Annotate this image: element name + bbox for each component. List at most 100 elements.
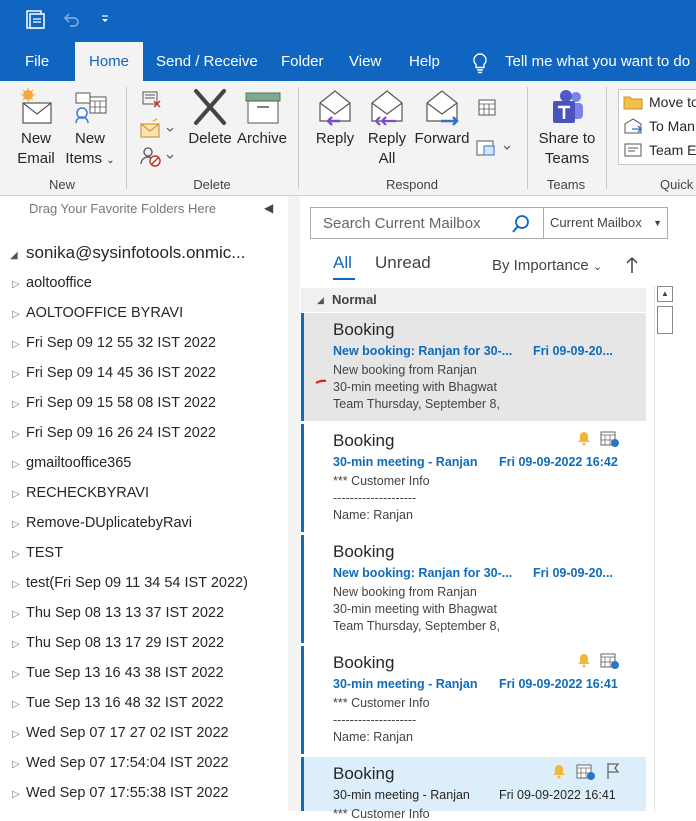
reply-button[interactable]: Reply	[310, 87, 360, 149]
sort-dropdown[interactable]: By Importance ⌄	[492, 257, 602, 274]
folder-item[interactable]: ▷ Fri Sep 09 14 45 36 IST 2022	[12, 358, 216, 388]
archive-button[interactable]: Archive	[236, 87, 288, 149]
new-email-button[interactable]: New Email	[10, 87, 62, 169]
ignore-icon[interactable]	[140, 89, 164, 111]
expand-caret-icon[interactable]: ▷	[12, 390, 26, 420]
tab-home[interactable]: Home	[75, 42, 144, 81]
new-items-button[interactable]: New Items ⌄	[64, 87, 116, 171]
expand-caret-icon[interactable]: ▷	[12, 510, 26, 540]
red-mark-icon	[315, 379, 327, 384]
undo-icon[interactable]	[60, 9, 82, 31]
folder-item[interactable]: ▷ TEST	[12, 538, 63, 568]
folder-item[interactable]: ▷ Remove-DUplicatebyRavi	[12, 508, 192, 538]
folder-item[interactable]: ▷ Fri Sep 09 15 58 08 IST 2022	[12, 388, 216, 418]
scrollbar-thumb[interactable]	[657, 306, 673, 334]
expand-caret-icon[interactable]: ▷	[12, 720, 26, 750]
filter-all[interactable]: All	[333, 253, 352, 273]
tab-send-receive[interactable]: Send / Receive	[156, 42, 258, 81]
message-subject: 30-min meeting - Ranjan	[333, 677, 478, 691]
tab-folder[interactable]: Folder	[281, 42, 324, 81]
message-preview-line: 30-min meeting with Bhagwat	[333, 380, 497, 394]
expand-caret-icon[interactable]: ▷	[12, 480, 26, 510]
junk-icon[interactable]	[138, 144, 176, 168]
message-preview-line: *** Customer Info	[333, 696, 430, 710]
quick-step-move-to[interactable]: Move to	[649, 94, 696, 110]
expand-caret-icon[interactable]: ▷	[12, 450, 26, 480]
group-header-label: Normal	[332, 292, 377, 307]
folder-item[interactable]: ▷ Thu Sep 08 13 17 29 IST 2022	[12, 628, 224, 658]
collapse-folder-pane-icon[interactable]: ◀	[264, 201, 273, 215]
send-receive-all-icon[interactable]	[24, 9, 46, 31]
reminder-bell-icon	[551, 763, 567, 784]
folder-item[interactable]: ▷ Tue Sep 13 16 48 32 IST 2022	[12, 688, 224, 718]
message-item[interactable]: Booking New booking: Ranjan for 30-... Fri…	[301, 535, 646, 643]
share-to-teams-button[interactable]: Share to Teams	[536, 87, 598, 169]
message-list-scrollbar[interactable]: ▲	[654, 286, 674, 811]
folder-item[interactable]: ▷ Fri Sep 09 12 55 32 IST 2022	[12, 328, 216, 358]
expand-caret-icon[interactable]: ▷	[12, 690, 26, 720]
expand-caret-icon[interactable]: ▷	[12, 570, 26, 600]
folder-item[interactable]: ▷ Wed Sep 07 17:55:38 IST 2022	[12, 778, 229, 808]
tell-me-search[interactable]: Tell me what you want to do	[505, 42, 690, 81]
new-email-label-1: New	[20, 130, 51, 147]
expand-caret-icon[interactable]: ▷	[12, 420, 26, 450]
group-separator	[126, 87, 127, 189]
tab-view[interactable]: View	[349, 42, 381, 81]
clean-up-icon[interactable]	[138, 118, 176, 140]
expand-caret-icon[interactable]: ▷	[12, 660, 26, 690]
expand-caret-icon[interactable]: ▷	[12, 600, 26, 630]
expand-caret-icon[interactable]: ▷	[12, 750, 26, 780]
account-node[interactable]: ◢ sonika@sysinfotools.onmic...	[10, 243, 245, 263]
sort-direction-up-arrow-icon[interactable]	[624, 255, 640, 275]
reply-all-button[interactable]: Reply All	[362, 87, 412, 169]
group-header-normal[interactable]: ◢ Normal	[301, 288, 646, 312]
expand-caret-icon[interactable]: ▷	[12, 630, 26, 660]
folder-item[interactable]: ▷ Wed Sep 07 17 27 02 IST 2022	[12, 718, 229, 748]
search-icon[interactable]	[511, 214, 531, 234]
pane-divider[interactable]	[288, 196, 300, 811]
scroll-up-arrow-icon[interactable]: ▲	[657, 286, 673, 302]
tab-help[interactable]: Help	[409, 42, 440, 81]
folder-name: TEST	[26, 545, 64, 561]
folder-item[interactable]: ▷ Wed Sep 07 17:54:04 IST 2022	[12, 748, 229, 778]
message-item[interactable]: Booking 30-min meeting - Ranjan Fri 09-09-…	[301, 424, 646, 532]
folder-pane: Drag Your Favorite Folders Here ◀ ◢ sonik…	[0, 196, 288, 811]
folder-item[interactable]: ▷ test(Fri Sep 09 11 34 54 IST 2022)	[12, 568, 248, 598]
folder-item[interactable]: ▷ aoltooffice	[12, 268, 92, 298]
forward-button[interactable]: Forward	[414, 87, 470, 149]
folder-item[interactable]: ▷ Fri Sep 09 16 26 24 IST 2022	[12, 418, 216, 448]
folder-item[interactable]: ▷ AOLTOOFFICE BYRAVI	[12, 298, 183, 328]
message-item[interactable]: Booking 30-min meeting - Ranjan Fri 09-09-…	[301, 757, 646, 821]
group-separator	[606, 87, 607, 189]
delete-button[interactable]: Delete	[186, 87, 234, 149]
message-preview-line: *** Customer Info	[333, 474, 430, 488]
search-scope-dropdown[interactable]: Current Mailbox ▼	[543, 208, 668, 238]
quick-step-to-manager[interactable]: To Man	[649, 118, 695, 134]
customize-toolbar-icon[interactable]	[96, 9, 118, 31]
folder-item[interactable]: ▷ RECHECKBYRAVI	[12, 478, 149, 508]
message-item[interactable]: Booking New booking: Ranjan for 30-... Fri…	[301, 313, 646, 421]
tab-file[interactable]: File	[25, 42, 49, 81]
expand-caret-icon[interactable]: ▷	[12, 360, 26, 390]
expand-caret-icon[interactable]: ▷	[12, 330, 26, 360]
search-box[interactable]: Search Current Mailbox Current Mailbox ▼	[310, 207, 668, 239]
more-respond-icon[interactable]	[474, 137, 514, 159]
chevron-down-icon: ⌄	[592, 261, 603, 273]
flag-icon[interactable]	[605, 762, 621, 785]
expand-caret-icon[interactable]: ▷	[12, 540, 26, 570]
filter-unread[interactable]: Unread	[375, 253, 431, 273]
account-name: sonika@sysinfotools.onmic...	[26, 243, 246, 262]
expand-caret-icon[interactable]: ▷	[12, 270, 26, 300]
quick-step-team-email[interactable]: Team E	[649, 142, 696, 158]
search-input[interactable]: Search Current Mailbox	[323, 215, 481, 232]
folder-item[interactable]: ▷ Thu Sep 08 13 13 37 IST 2022	[12, 598, 224, 628]
folder-item[interactable]: ▷ Tue Sep 13 16 43 38 IST 2022	[12, 658, 224, 688]
message-item[interactable]: Booking 30-min meeting - Ranjan Fri 09-09-…	[301, 646, 646, 754]
delete-x-icon	[194, 89, 226, 125]
message-preview-line: Name: Ranjan	[333, 730, 413, 744]
expand-caret-icon[interactable]: ▷	[12, 780, 26, 810]
meeting-reply-icon[interactable]	[476, 97, 498, 119]
folder-item[interactable]: ▷ gmailtooffice365	[12, 448, 131, 478]
expand-caret-icon[interactable]: ▷	[12, 300, 26, 330]
teams-icon	[553, 90, 583, 123]
